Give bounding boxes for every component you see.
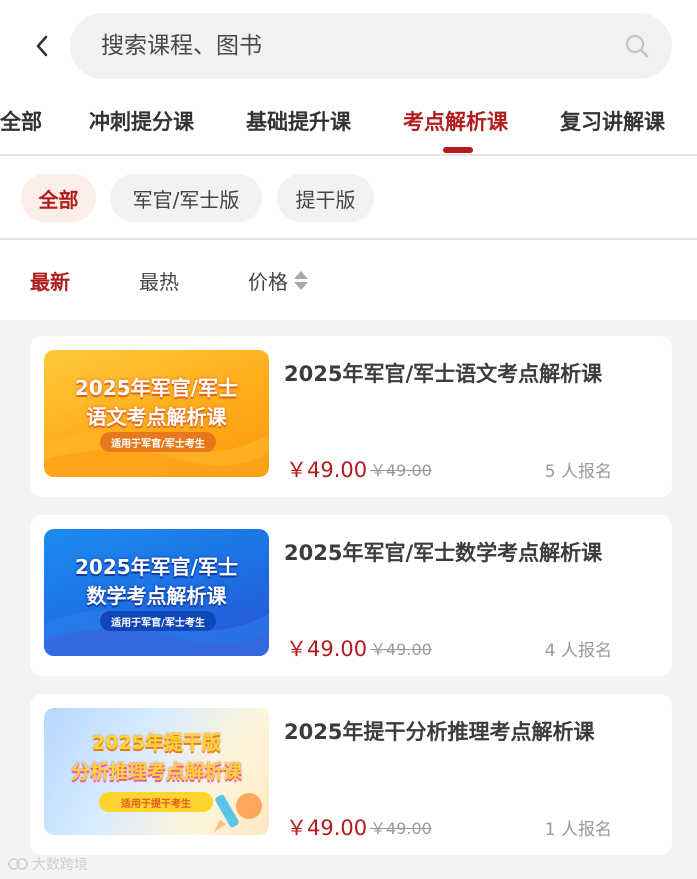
course-enrolled-count: 4 人报名 <box>544 641 612 661</box>
sort-newest[interactable]: 最新 <box>30 266 70 295</box>
sort-arrows-icon <box>294 271 308 290</box>
filter-chip-officer[interactable]: 军官/军士版 <box>110 174 262 222</box>
page: 全部 冲刺提分课 基础提升课 考点解析课 复习讲解课 全部 军官/军士版 提干版… <box>0 0 697 879</box>
search-icon[interactable] <box>624 33 650 59</box>
cover-title-line1: 2025年提干版 <box>92 732 221 754</box>
course-price: ￥49.00 <box>286 458 368 482</box>
tab-key-points[interactable]: 考点解析课 <box>403 106 508 142</box>
watermark-text: 大数跨境 <box>32 857 88 873</box>
cover-title-line1: 2025年军官/军士 <box>75 555 238 579</box>
cover-title-line2: 数学考点解析课 <box>86 584 227 608</box>
course-cover-image: 2025年军官/军士 数学考点解析课 适用于军官/军士考生 <box>44 529 269 656</box>
sort-price[interactable]: 价格 <box>248 266 308 295</box>
filter-chips: 全部 军官/军士版 提干版 <box>0 158 697 240</box>
course-title: 2025年军官/军士数学考点解析课 <box>284 541 603 565</box>
course-price: ￥49.00 <box>286 816 368 840</box>
chevron-left-icon <box>36 35 48 57</box>
header <box>0 0 697 94</box>
watermark-logo-icon <box>8 858 28 870</box>
cover-badge: 适用于提干考生 <box>99 792 213 812</box>
course-enrolled-count: 5 人报名 <box>544 462 612 482</box>
course-card[interactable]: 2025年提干版 分析推理考点解析课 适用于提干考生 2025年提干分析推理考点… <box>30 694 672 855</box>
course-cover-image: 2025年提干版 分析推理考点解析课 适用于提干考生 <box>44 708 269 835</box>
cover-title-line1: 2025年军官/军士 <box>75 376 238 400</box>
cover-badge: 适用于军官/军士考生 <box>100 611 216 631</box>
tab-review[interactable]: 复习讲解课 <box>560 106 665 142</box>
tab-all[interactable]: 全部 <box>0 106 42 142</box>
course-original-price: ￥49.00 <box>370 819 432 838</box>
course-price: ￥49.00 <box>286 637 368 661</box>
cover-badge: 适用于军官/军士考生 <box>100 432 216 452</box>
course-original-price: ￥49.00 <box>370 640 432 659</box>
tab-foundation[interactable]: 基础提升课 <box>246 106 351 142</box>
search-bar[interactable] <box>70 13 672 79</box>
course-original-price: ￥49.00 <box>370 461 432 480</box>
cover-title-line2: 语文考点解析课 <box>86 405 227 429</box>
watermark: 大数跨境 <box>8 854 88 874</box>
sort-hottest[interactable]: 最热 <box>139 266 179 295</box>
sort-bar: 最新 最热 价格 <box>0 242 697 320</box>
active-tab-indicator <box>443 147 473 153</box>
tab-sprint[interactable]: 冲刺提分课 <box>89 106 194 142</box>
search-input[interactable] <box>101 26 601 66</box>
sort-price-label: 价格 <box>248 270 288 294</box>
filter-chip-promotion[interactable]: 提干版 <box>277 174 374 222</box>
course-cover-image: 2025年军官/军士 语文考点解析课 适用于军官/军士考生 <box>44 350 269 477</box>
course-title: 2025年提干分析推理考点解析课 <box>284 720 595 744</box>
course-title: 2025年军官/军士语文考点解析课 <box>284 362 603 386</box>
course-enrolled-count: 1 人报名 <box>544 820 612 840</box>
cover-title-line2: 分析推理考点解析课 <box>70 761 242 783</box>
filter-chip-all[interactable]: 全部 <box>21 174 96 222</box>
course-card[interactable]: 2025年军官/军士 数学考点解析课 适用于军官/军士考生 2025年军官/军士… <box>30 515 672 676</box>
back-button[interactable] <box>26 28 58 64</box>
course-card[interactable]: 2025年军官/军士 语文考点解析课 适用于军官/军士考生 2025年军官/军士… <box>30 336 672 497</box>
course-list: 2025年军官/军士 语文考点解析课 适用于军官/军士考生 2025年军官/军士… <box>0 320 697 879</box>
category-tabs: 全部 冲刺提分课 基础提升课 考点解析课 复习讲解课 <box>0 94 697 156</box>
